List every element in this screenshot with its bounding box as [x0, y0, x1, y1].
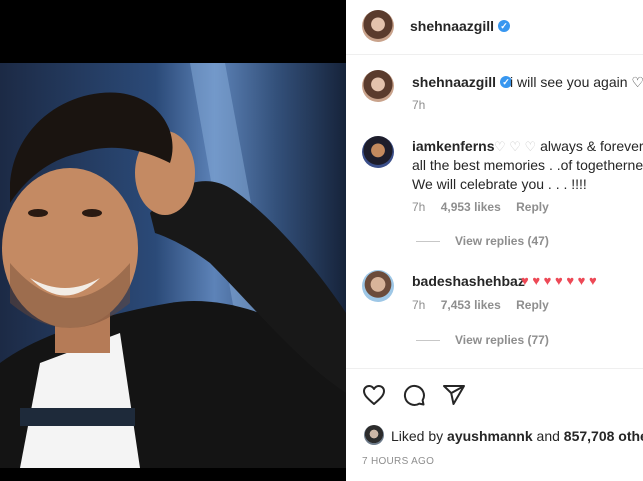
reply-button[interactable]: Reply [516, 298, 549, 312]
red-heart-icon: ♥ ♥ ♥ ♥ ♥ ♥ ♥ [521, 273, 597, 288]
view-replies-button[interactable]: View replies (47) [455, 234, 549, 248]
reply-button[interactable]: Reply [516, 200, 549, 214]
comment-time[interactable]: 7h [412, 200, 425, 214]
likes-count[interactable]: 857,708 others [564, 428, 643, 444]
author-avatar[interactable] [362, 10, 394, 42]
caption-time[interactable]: 7h [412, 98, 425, 112]
comment-likes[interactable]: 7,453 likes [441, 298, 501, 312]
comment-likes[interactable]: 4,953 likes [441, 200, 501, 214]
comment-meta: 7h 4,953 likes Reply [412, 200, 549, 214]
post-photo[interactable] [0, 63, 346, 468]
caption-avatar[interactable] [362, 70, 394, 102]
likes-summary: Liked by ayushmannk and 857,708 others [391, 428, 643, 444]
post-header: shehnaazgill ✓ [346, 0, 643, 55]
comment-line-1: ♡ ♡ ♡ always & forever [494, 138, 643, 155]
comment-line-2: all the best memories . .of togetherness [412, 157, 643, 173]
actions-divider [346, 368, 643, 369]
post-timestamp[interactable]: 7 HOURS AGO [362, 456, 434, 467]
comment-time[interactable]: 7h [412, 298, 425, 312]
outline-heart-icon: ♡ ♡ ♡ [494, 139, 537, 154]
comment-meta: 7h 7,453 likes Reply [412, 298, 549, 312]
liker-username[interactable]: ayushmannk [447, 428, 533, 444]
comment-line-3: We will celebrate you . . . !!!! [412, 176, 587, 192]
post-author-username[interactable]: shehnaazgill ✓ [410, 18, 511, 34]
comment-text: always & forever [540, 138, 643, 154]
liked-by-and: and [536, 428, 560, 444]
post-author-name[interactable]: shehnaazgill [410, 18, 494, 34]
portrait-photo-icon [0, 63, 346, 468]
comment-avatar[interactable] [362, 136, 394, 168]
comment-avatar[interactable] [362, 270, 394, 302]
comment-text: ♥ ♥ ♥ ♥ ♥ ♥ ♥ [521, 272, 597, 288]
caption-author[interactable]: shehnaazgill ✓ [412, 74, 513, 90]
liker-avatar[interactable] [364, 425, 384, 445]
verified-badge-icon: ✓ [498, 20, 511, 33]
caption-text: i will see you again ♡ [510, 74, 643, 90]
post-photo-panel [0, 0, 346, 481]
caption-author-name[interactable]: shehnaazgill [412, 74, 496, 90]
view-replies-button[interactable]: View replies (77) [455, 333, 549, 347]
comment-icon[interactable] [402, 383, 426, 407]
comment-author[interactable]: badeshashehbaz [412, 273, 525, 289]
post-side-panel: shehnaazgill ✓ shehnaazgill ✓ i will see y… [346, 0, 643, 481]
replies-divider [416, 340, 440, 341]
comment-author[interactable]: iamkenferns [412, 138, 494, 154]
share-icon[interactable] [442, 383, 466, 407]
liked-by-prefix: Liked by [391, 428, 444, 444]
replies-divider [416, 241, 440, 242]
heart-icon[interactable] [362, 383, 386, 407]
